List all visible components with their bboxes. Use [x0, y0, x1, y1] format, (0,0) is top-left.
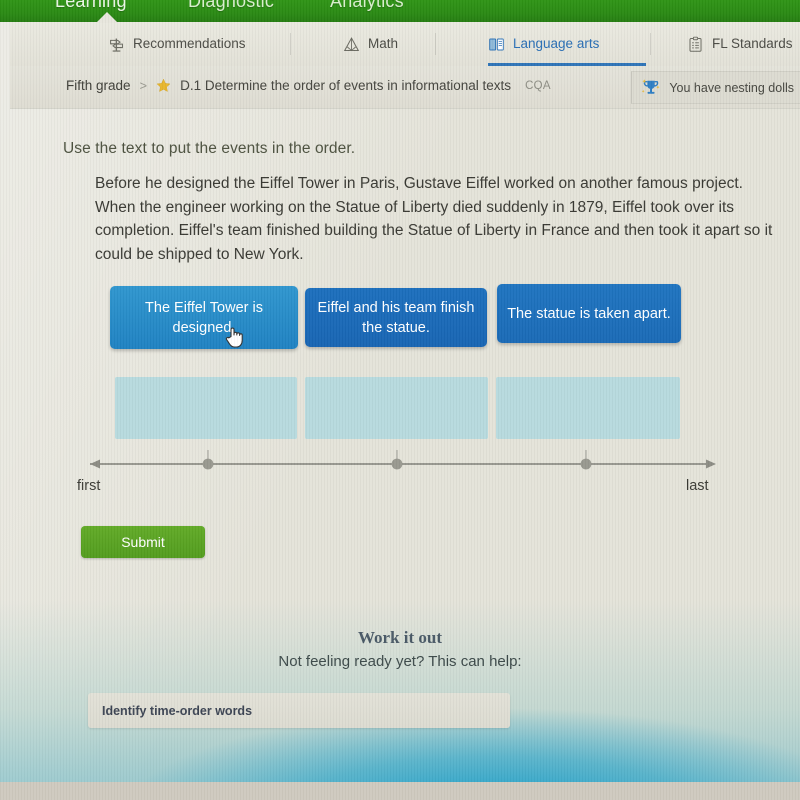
signpost-icon [108, 36, 125, 53]
tab-divider [290, 33, 291, 55]
answer-card-3[interactable]: The statue is taken apart. [497, 284, 681, 343]
tab-language-arts-label: Language arts [513, 36, 600, 52]
breadcrumb-skill[interactable]: D.1 Determine the order of events in inf… [180, 78, 511, 93]
pyramid-icon [343, 36, 360, 53]
tab-math-label: Math [368, 36, 399, 52]
dropzone-2[interactable] [305, 377, 488, 439]
breadcrumb-grade[interactable]: Fifth grade [66, 78, 131, 93]
timeline: first last [0, 448, 800, 494]
tab-math[interactable]: Math [343, 22, 398, 66]
open-book-icon [488, 36, 505, 53]
help-resource-link[interactable]: Identify time-order words [88, 693, 510, 728]
tab-fl-standards-label: FL Standards [712, 36, 793, 52]
subject-tab-bar: Recommendations Math Language arts FL St… [10, 22, 800, 66]
award-banner[interactable]: You have nesting dolls [631, 71, 800, 104]
question-area: Use the text to put the events in the or… [0, 108, 800, 800]
star-icon [156, 78, 171, 93]
app-tab-diagnostic[interactable]: Diagnostic [188, 0, 274, 12]
award-label: You have nesting dolls [669, 80, 794, 95]
answer-card-2[interactable]: Eiffel and his team finish the statue. [305, 288, 487, 347]
dropzone-1[interactable] [115, 377, 297, 439]
timeline-axis-icon [90, 450, 716, 470]
tab-divider [650, 33, 651, 55]
app-tab-analytics[interactable]: Analytics [330, 0, 404, 12]
tab-recommendations-label: Recommendations [133, 36, 246, 52]
work-it-out-subheading: Not feeling ready yet? This can help: [278, 653, 522, 670]
submit-button[interactable]: Submit [81, 526, 205, 558]
timeline-end-label: last [686, 478, 709, 494]
question-passage: Before he designed the Eiffel Tower in P… [95, 175, 773, 263]
tab-divider [435, 33, 436, 55]
breadcrumb: Fifth grade > D.1 Determine the order of… [66, 78, 551, 93]
app-tab-learning[interactable]: Learning [55, 0, 127, 12]
browser-screenshot: Learning Diagnostic Analytics Recommenda… [0, 0, 800, 800]
app-bar: Learning Diagnostic Analytics [0, 0, 800, 23]
breadcrumb-skill-code: CQA [525, 79, 551, 92]
breadcrumb-bar: Fifth grade > D.1 Determine the order of… [10, 66, 800, 109]
timeline-start-label: first [77, 478, 101, 494]
active-tab-pointer-icon [96, 12, 118, 23]
help-resource-link-label: Identify time-order words [102, 703, 253, 718]
tab-language-arts[interactable]: Language arts [488, 22, 646, 66]
breadcrumb-separator: > [139, 78, 148, 93]
trophy-icon [640, 78, 662, 98]
question-prompt: Use the text to put the events in the or… [63, 140, 356, 157]
tab-fl-standards[interactable]: FL Standards [687, 22, 793, 66]
answer-card-1[interactable]: The Eiffel Tower is designed. [110, 286, 298, 349]
tab-recommendations[interactable]: Recommendations [108, 22, 246, 66]
work-it-out-heading: Work it out [357, 628, 443, 647]
clipboard-icon [687, 36, 704, 53]
dropzone-3[interactable] [496, 377, 680, 439]
